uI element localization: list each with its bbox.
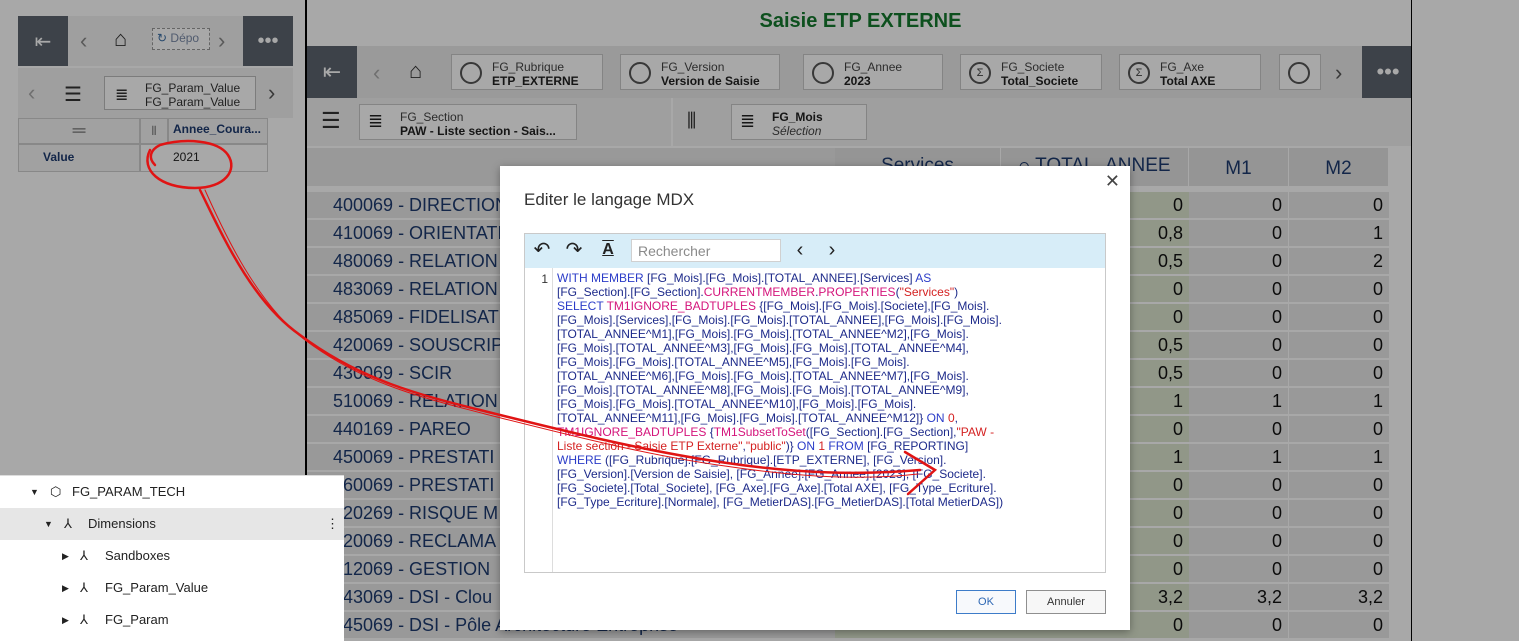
hierarchy-icon: ⅄ bbox=[80, 612, 88, 627]
hierarchy-icon: ⅄ bbox=[64, 516, 72, 531]
tree-label: FG_PARAM_TECH bbox=[72, 484, 186, 499]
tree-node-fg-param[interactable]: ▶ ⅄ FG_Param bbox=[0, 604, 344, 636]
mdx-code[interactable]: WITH MEMBER [FG_Mois].[FG_Mois].[TOTAL_A… bbox=[557, 271, 1101, 569]
caret-down-icon[interactable]: ▼ bbox=[30, 487, 39, 497]
tree-label: FG_Param bbox=[105, 612, 169, 627]
caret-down-icon[interactable]: ▼ bbox=[44, 519, 53, 529]
cube-icon: ⬡ bbox=[50, 484, 62, 499]
cancel-button[interactable]: Annuler bbox=[1026, 590, 1106, 614]
ok-button[interactable]: OK bbox=[956, 590, 1016, 614]
tree-label: FG_Param_Value bbox=[105, 580, 209, 595]
close-icon[interactable]: ✕ bbox=[1105, 171, 1120, 192]
tree-label: Dimensions bbox=[88, 516, 156, 531]
tree-node-sandboxes[interactable]: ▶ ⅄ Sandboxes bbox=[0, 540, 344, 572]
format-text-icon[interactable]: A bbox=[595, 239, 621, 263]
chevron-right-icon[interactable]: › bbox=[819, 239, 845, 263]
caret-right-icon[interactable]: ▶ bbox=[62, 615, 69, 626]
search-input[interactable] bbox=[631, 239, 781, 262]
dialog-title: Editer le langage MDX bbox=[524, 190, 695, 209]
kebab-menu-icon[interactable]: ⋮ bbox=[326, 516, 339, 532]
caret-right-icon[interactable]: ▶ bbox=[62, 551, 69, 562]
redo-icon[interactable]: ↷ bbox=[561, 239, 587, 263]
tree-node-fg-param-tech[interactable]: ▼ ⬡ FG_PARAM_TECH bbox=[0, 476, 344, 508]
tree-node-fg-param-value[interactable]: ▶ ⅄ FG_Param_Value bbox=[0, 572, 344, 604]
hierarchy-icon: ⅄ bbox=[80, 580, 88, 595]
hierarchy-icon: ⅄ bbox=[80, 548, 88, 563]
caret-right-icon[interactable]: ▶ bbox=[62, 583, 69, 594]
chevron-left-icon[interactable]: ‹ bbox=[787, 239, 813, 263]
model-tree: ▼ ⬡ FG_PARAM_TECH ▼ ⅄ Dimensions ⋮ ▶ ⅄ S… bbox=[0, 475, 344, 641]
tree-label: Sandboxes bbox=[105, 548, 171, 563]
undo-icon[interactable]: ↶ bbox=[529, 239, 555, 263]
editor-toolbar: ↶ ↷ A ‹ › bbox=[525, 234, 1105, 268]
tree-node-dimensions[interactable]: ▼ ⅄ Dimensions ⋮ bbox=[0, 508, 344, 540]
mdx-editor: ↶ ↷ A ‹ › 1 WITH MEMBER [FG_Mois].[FG_Mo… bbox=[524, 233, 1106, 573]
line-number-gutter: 1 bbox=[525, 268, 553, 572]
mdx-editor-dialog: Editer le langage MDX ✕ ↶ ↷ A ‹ › 1 WITH… bbox=[500, 166, 1130, 630]
